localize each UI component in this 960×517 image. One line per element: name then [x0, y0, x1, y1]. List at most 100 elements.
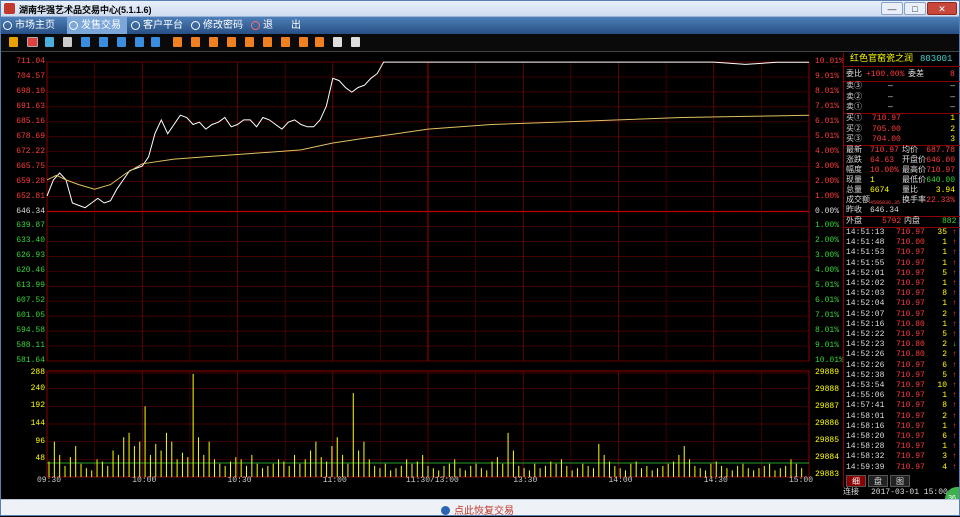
stat-value: 687.78: [926, 146, 955, 155]
stat-value: 10.00%: [870, 166, 899, 175]
volume-right-tick-label: 29889: [815, 368, 840, 377]
tick-time: 14:52:16: [846, 319, 885, 329]
window-title: 湖南华强艺术品交易中心(5.1.1.6): [19, 5, 152, 15]
table-icon[interactable]: [63, 37, 72, 47]
tab-detail[interactable]: 细: [846, 475, 866, 487]
tick-volume: 5: [942, 370, 947, 380]
candle-icon[interactable]: [45, 37, 54, 47]
tick-direction: ↑: [952, 238, 957, 248]
stat-label: 现量: [846, 176, 862, 185]
panel-tabs: 细 盘 图: [844, 475, 960, 487]
g8-icon[interactable]: [299, 37, 308, 47]
tick-price: 710.97: [896, 442, 925, 452]
percent-tick-label: 3.00%: [815, 161, 840, 171]
price-tick-label: 613.99: [16, 281, 45, 291]
f2-icon[interactable]: [99, 37, 108, 47]
bid-price: 710.97: [872, 114, 901, 123]
stat-label: 量比: [902, 186, 918, 195]
tick-direction: ↑: [952, 421, 957, 431]
g4-icon[interactable]: [227, 37, 236, 47]
time-tick-label: 15:00: [789, 476, 814, 485]
percent-tick-label: 2.00%: [815, 236, 840, 246]
tick-price: 710.97: [896, 309, 925, 319]
g2-icon[interactable]: [191, 37, 200, 47]
ask-price: —: [888, 92, 893, 102]
bid-label: 买②: [846, 124, 862, 134]
tick-price: 710.97: [896, 248, 925, 258]
volume-right-tick-label: 29885: [815, 436, 840, 445]
tick-time: 14:52:26: [846, 350, 885, 360]
tick-time: 14:51:48: [846, 238, 885, 248]
stat-label: 最低价: [902, 176, 926, 185]
price-tick-label: 626.93: [16, 251, 45, 261]
tick-time: 14:55:06: [846, 391, 885, 401]
time-tick-label: 14:00: [608, 476, 633, 485]
menu-exit[interactable]: 出: [277, 17, 303, 34]
stat-label: 换手率: [902, 196, 926, 205]
price-tick-label: 691.63: [16, 101, 45, 111]
tick-time: 14:59:39: [846, 462, 885, 472]
stat-label: 幅度: [846, 166, 862, 175]
f5-icon[interactable]: [151, 37, 160, 47]
chart-svg: [46, 61, 810, 478]
tick-volume: 2: [942, 340, 947, 350]
g3-icon[interactable]: [209, 37, 218, 47]
tab-board[interactable]: 盘: [868, 475, 888, 487]
tick-volume: 1: [942, 248, 947, 258]
time-tick-label: 09:30: [37, 476, 62, 485]
percent-tick-label: 5.01%: [815, 131, 840, 141]
stat-value: 22.33%: [926, 196, 955, 205]
tick-direction: ↑: [952, 248, 957, 258]
product-name: 红色官窑瓷之润: [850, 54, 914, 64]
tab-chart[interactable]: 图: [890, 475, 910, 487]
menu-change-password[interactable]: 修改密码: [189, 17, 249, 34]
menu-market-home[interactable]: 市场主页: [1, 17, 63, 34]
stat-label: 最高价: [902, 166, 926, 175]
price-tick-label: 639.87: [16, 221, 45, 231]
tick-direction: ↑: [952, 350, 957, 360]
percent-tick-label: 7.01%: [815, 311, 840, 321]
edit-icon[interactable]: [333, 37, 342, 47]
price-tick-label: 685.16: [16, 116, 45, 126]
tick-direction: ↑: [952, 411, 957, 421]
minimize-button[interactable]: —: [881, 2, 903, 15]
f3-icon[interactable]: [117, 37, 126, 47]
tick-direction: ↑: [952, 309, 957, 319]
price-tick-label: 698.10: [16, 86, 45, 96]
tick-price: 710.97: [896, 401, 925, 411]
f1-icon[interactable]: [81, 37, 90, 47]
settings-icon[interactable]: [351, 37, 360, 47]
close-button[interactable]: ✕: [927, 2, 957, 15]
stat-value: 710.97: [926, 166, 955, 175]
g6-icon[interactable]: [263, 37, 272, 47]
tick-volume: 10: [937, 381, 947, 390]
tick-volume: 1: [942, 258, 947, 268]
g5-icon[interactable]: [245, 37, 254, 47]
tick-volume: 3: [942, 452, 947, 462]
menu-logout[interactable]: 退: [249, 17, 275, 34]
percent-tick-label: 7.01%: [815, 101, 840, 111]
maximize-button[interactable]: □: [904, 2, 926, 15]
outer-label: 外盘: [846, 217, 862, 226]
tick-time: 14:57:41: [846, 401, 885, 411]
tick-direction: ↑: [952, 268, 957, 278]
quote-panel: 红色官窑瓷之润 803001 委比 +100.00% 委差 8 卖③ — — 卖② — —…: [843, 53, 960, 499]
volume-tick-label: 192: [30, 401, 45, 411]
restore-trading-link[interactable]: 点此恢复交易: [441, 502, 514, 517]
menu-client-platform[interactable]: 客户平台: [129, 17, 189, 34]
g1-icon[interactable]: [173, 37, 182, 47]
line-chart-icon[interactable]: [27, 37, 38, 47]
ask-volume: —: [950, 92, 955, 102]
price-tick-label: 678.69: [16, 131, 45, 141]
f4-icon[interactable]: [135, 37, 144, 47]
stat-label: 开盘价: [902, 156, 926, 165]
g9-icon[interactable]: [315, 37, 324, 47]
volume-right-tick-label: 29884: [815, 453, 840, 462]
g7-icon[interactable]: [281, 37, 290, 47]
price-tick-label: 711.04: [16, 57, 45, 66]
toolbar: [1, 34, 959, 52]
menu-label: 修改密码: [203, 20, 243, 31]
menu-trading[interactable]: 发售交易: [67, 17, 127, 34]
bar-chart-icon[interactable]: [9, 37, 18, 47]
percent-tick-label: 1.00%: [815, 221, 840, 231]
